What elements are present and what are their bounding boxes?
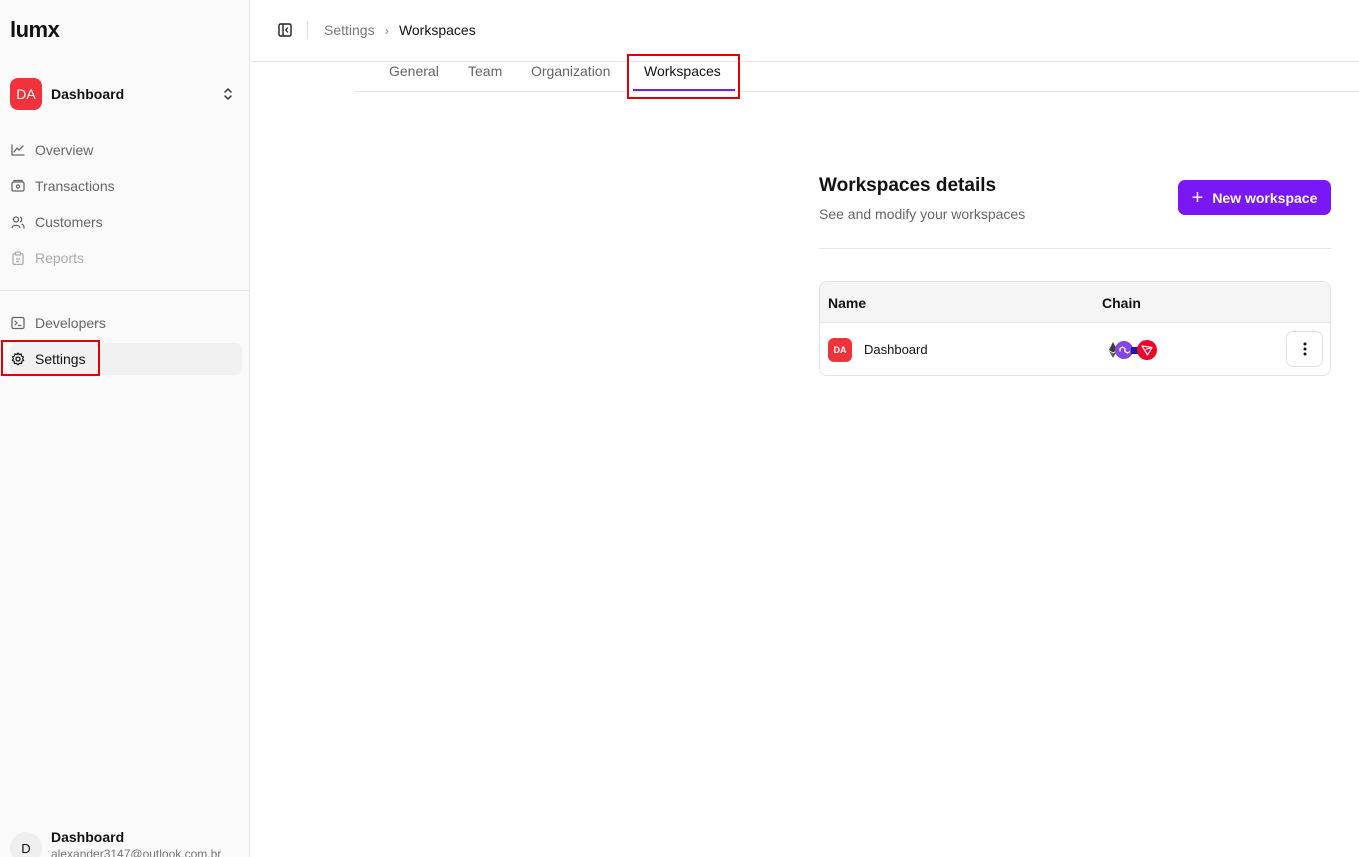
clipboard-icon: [10, 250, 26, 266]
polygon-icon: [1115, 341, 1133, 359]
settings-highlight-box: [1, 340, 100, 376]
breadcrumb: Settings › Workspaces: [324, 22, 476, 38]
settings-tabs: General Team Organization Workspaces: [354, 62, 1359, 92]
topbar-separator: [307, 21, 308, 39]
page-title: Workspaces details: [819, 175, 997, 196]
chain-icons: [1109, 340, 1157, 360]
user-profile[interactable]: D Dashboard alexander3147@outlook.com.br: [10, 829, 242, 857]
sidebar-item-label: Reports: [35, 250, 85, 266]
workspace-switcher[interactable]: DA Dashboard: [10, 78, 240, 110]
sidebar-item-reports: Reports: [10, 242, 242, 274]
new-workspace-button[interactable]: + New workspace: [1178, 180, 1331, 215]
sidebar-item-label: Developers: [35, 315, 106, 331]
wallet-icon: [10, 178, 26, 194]
user-email: alexander3147@outlook.com.br: [51, 847, 222, 857]
sidebar-item-customers[interactable]: Customers: [10, 206, 242, 238]
tab-organization[interactable]: Organization: [531, 63, 610, 79]
table-row[interactable]: DA Dashboard: [820, 323, 1330, 375]
new-workspace-label: New workspace: [1212, 189, 1318, 206]
breadcrumb-workspaces: Workspaces: [398, 22, 476, 38]
column-header-chain: Chain: [1102, 295, 1141, 311]
topbar: Settings › Workspaces: [251, 0, 1359, 62]
workspace-row-avatar: DA: [828, 338, 852, 362]
chevron-updown-icon: [224, 88, 232, 100]
row-actions-button[interactable]: [1286, 331, 1323, 367]
breadcrumb-settings[interactable]: Settings: [324, 22, 375, 38]
terminal-icon: [10, 315, 26, 331]
sidebar: lumx DA Dashboard Overview Transactions …: [0, 0, 250, 857]
users-icon: [10, 214, 26, 230]
sidebar-toggle-icon[interactable]: [278, 23, 292, 37]
avatar: D: [10, 832, 42, 857]
sidebar-divider: [0, 290, 250, 291]
workspace-row-name: Dashboard: [864, 342, 928, 357]
plus-icon: +: [1191, 186, 1204, 209]
more-vertical-icon: [1303, 342, 1306, 356]
chart-line-icon: [10, 142, 26, 158]
workspaces-tab-highlight-box: [627, 54, 740, 99]
sidebar-item-label: Customers: [35, 214, 103, 230]
workspace-name: Dashboard: [51, 86, 125, 102]
chevron-right-icon: ›: [384, 22, 389, 38]
sidebar-item-overview[interactable]: Overview: [10, 134, 242, 166]
page-subtitle: See and modify your workspaces: [819, 206, 1026, 222]
workspaces-table: Name Chain DA Dashboard: [819, 281, 1331, 376]
tron-icon: [1137, 340, 1157, 360]
app-logo[interactable]: lumx: [10, 17, 60, 43]
table-header: Name Chain: [820, 282, 1330, 323]
sidebar-item-label: Transactions: [35, 178, 115, 194]
column-header-name: Name: [828, 295, 867, 311]
sidebar-item-transactions[interactable]: Transactions: [10, 170, 242, 202]
tab-general[interactable]: General: [389, 63, 439, 79]
tab-team[interactable]: Team: [468, 63, 502, 79]
sidebar-item-label: Overview: [35, 142, 94, 158]
sidebar-item-developers[interactable]: Developers: [10, 307, 242, 339]
section-divider: [819, 248, 1331, 249]
user-name: Dashboard: [51, 829, 125, 845]
workspace-avatar: DA: [10, 78, 42, 110]
